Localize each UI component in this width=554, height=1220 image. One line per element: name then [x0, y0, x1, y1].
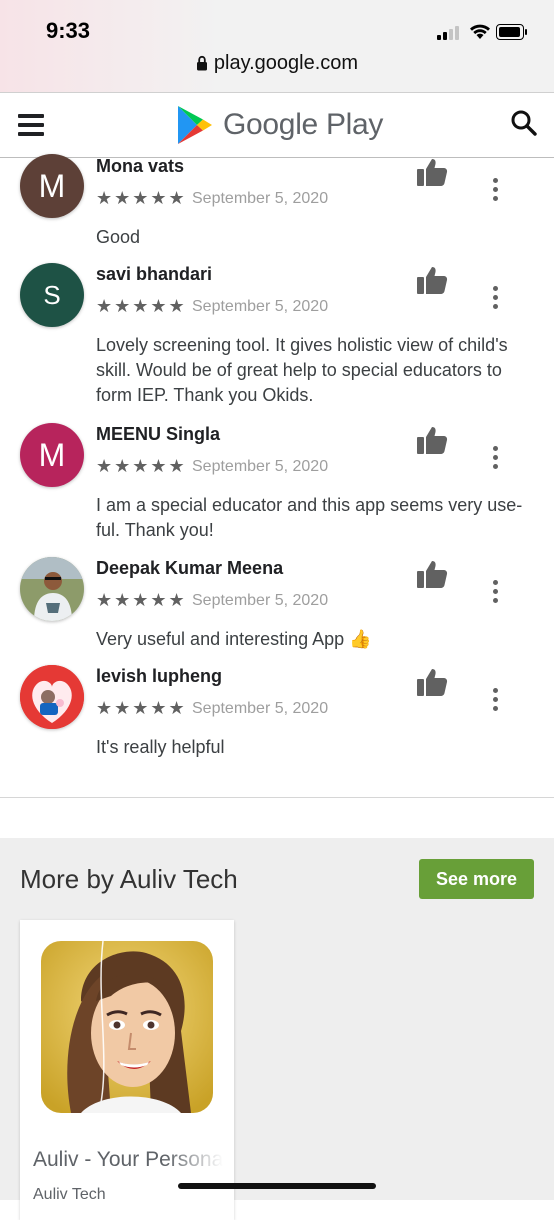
cellular-signal-icon: [437, 24, 461, 40]
avatar-photo: [20, 665, 84, 729]
section-divider: [0, 797, 554, 798]
more-options-icon[interactable]: [488, 446, 504, 472]
review-item: Deepak Kumar Meena ★★★★★ September 5, 20…: [0, 557, 554, 658]
review-text: I am a special educator and this app see…: [96, 495, 523, 540]
thumbs-up-icon[interactable]: [416, 157, 448, 187]
review-text: It's really helpful: [96, 737, 225, 757]
avatar: [20, 665, 84, 729]
more-options-icon[interactable]: [488, 580, 504, 606]
more-by-developer-section: More by Auliv Tech See more Auliv - Your…: [0, 838, 554, 1220]
review-text: Lovely screening tool. It gives holistic…: [96, 335, 508, 405]
app-card[interactable]: Auliv - Your Personal Auliv Tech: [20, 920, 234, 1220]
review-date: September 5, 2020: [192, 458, 329, 475]
app-developer: Auliv Tech: [33, 1186, 106, 1203]
review-item: levish lupheng ★★★★★ September 5, 2020 I…: [0, 665, 554, 766]
search-icon[interactable]: [510, 109, 538, 137]
review-item: M Mona vats ★★★★★ September 5, 2020 Good: [0, 154, 554, 256]
avatar: M: [20, 154, 84, 218]
browser-chrome: 9:33 play.google.com: [0, 0, 554, 92]
reviewer-name: savi bhandari: [96, 264, 213, 284]
thumbs-up-icon[interactable]: [416, 265, 448, 295]
play-header: Google Play: [0, 92, 554, 158]
review-text: Good: [96, 227, 141, 247]
reviewer-name: Deepak Kumar Meena: [96, 558, 284, 578]
review-item: S savi bhandari ★★★★★ September 5, 2020 …: [0, 263, 554, 414]
app-name: Auliv - Your Personal: [33, 1148, 223, 1171]
thumbs-up-icon[interactable]: [416, 425, 448, 455]
avatar-photo: [20, 557, 84, 621]
star-rating: ★★★★★: [96, 296, 187, 316]
url-text: play.google.com: [213, 52, 359, 74]
lock-icon: [196, 55, 207, 71]
hamburger-menu-icon[interactable]: [18, 114, 44, 136]
review-date: September 5, 2020: [192, 190, 329, 207]
address-bar[interactable]: play.google.com: [0, 52, 554, 75]
review-date: September 5, 2020: [192, 700, 329, 717]
review-date: September 5, 2020: [192, 298, 329, 315]
battery-icon: [496, 24, 527, 40]
google-play-logo-icon[interactable]: [176, 105, 214, 145]
app-icon: [41, 941, 213, 1113]
star-rating: ★★★★★: [96, 590, 187, 610]
review-date: September 5, 2020: [192, 592, 329, 609]
more-options-icon[interactable]: [488, 688, 504, 714]
reviewer-name: MEENU Singla: [96, 424, 221, 444]
home-indicator[interactable]: [178, 1183, 376, 1189]
avatar: S: [20, 263, 84, 327]
brand-name: Google Play: [223, 108, 384, 141]
star-rating: ★★★★★: [96, 698, 187, 718]
star-rating: ★★★★★: [96, 188, 187, 208]
see-more-button[interactable]: See more: [419, 859, 534, 899]
reviewer-name: levish lupheng: [96, 666, 223, 686]
thumbs-up-icon[interactable]: [416, 667, 448, 697]
more-options-icon[interactable]: [488, 178, 504, 204]
wifi-icon: [470, 24, 490, 39]
more-options-icon[interactable]: [488, 286, 504, 312]
reviewer-name: Mona vats: [96, 156, 185, 176]
avatar: [20, 557, 84, 621]
avatar: M: [20, 423, 84, 487]
section-title: More by Auliv Tech: [20, 864, 238, 894]
review-item: M MEENU Singla ★★★★★ September 5, 2020 I…: [0, 423, 554, 549]
thumbs-up-icon[interactable]: [416, 559, 448, 589]
status-time: 9:33: [46, 18, 91, 43]
review-text: Very useful and interesting App 👍: [96, 629, 372, 649]
star-rating: ★★★★★: [96, 456, 187, 476]
